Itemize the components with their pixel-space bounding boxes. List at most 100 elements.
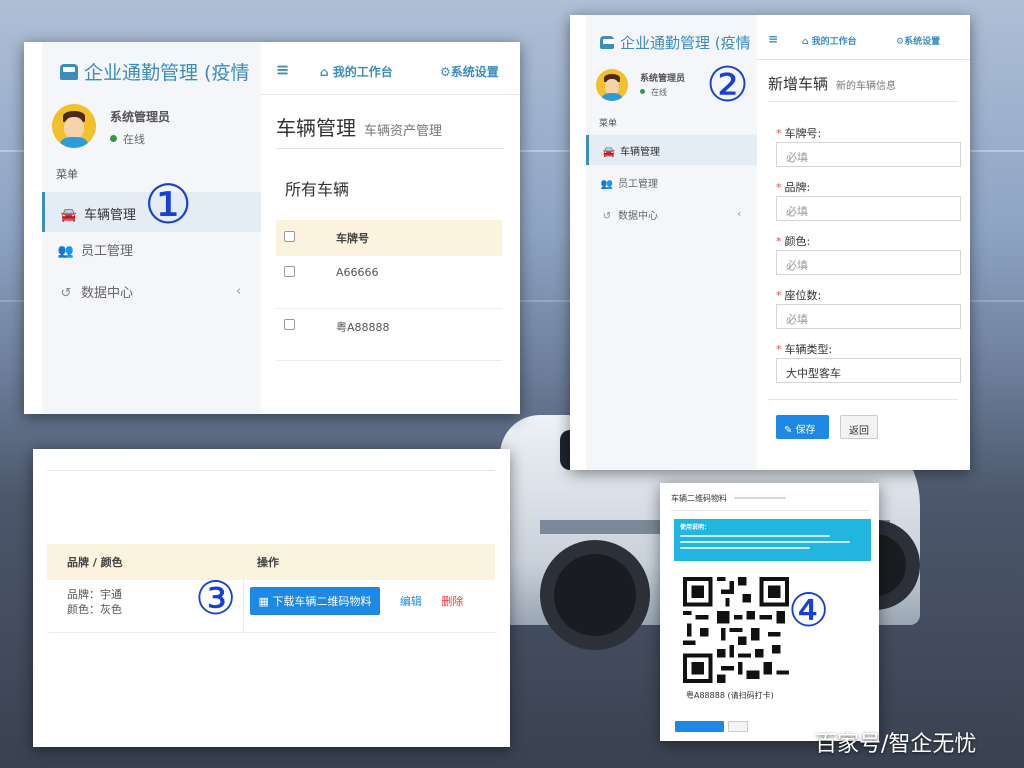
app-brand-label: 企业通勤管理 (疫情 bbox=[620, 34, 751, 52]
page-title-text: 新增车辆 bbox=[768, 75, 829, 93]
sidebar-item-employees[interactable]: 👥 员工管理 bbox=[586, 175, 757, 190]
plate-cell: 粤A88888 bbox=[336, 308, 502, 361]
notice-line bbox=[680, 541, 850, 543]
workbench-label: 我的工作台 bbox=[332, 65, 393, 79]
car-icon: 🚘 bbox=[602, 147, 616, 158]
gear-icon: ⚙ bbox=[440, 65, 451, 79]
notice-line bbox=[680, 547, 810, 549]
field-label-plate: * 车牌号: bbox=[776, 127, 822, 140]
back-button[interactable] bbox=[728, 721, 748, 732]
qr-panel-title: 车辆二维码物料 bbox=[671, 494, 727, 503]
title-divider bbox=[768, 101, 958, 102]
table-header-row: 车牌号 bbox=[276, 220, 502, 256]
home-icon: ⌂ bbox=[802, 37, 812, 47]
color-input[interactable]: 必填 bbox=[776, 250, 961, 275]
select-all-cell bbox=[276, 220, 336, 256]
sidebar-item-label: 车辆管理 bbox=[84, 208, 137, 223]
save-button-label: 保存 bbox=[795, 425, 816, 436]
settings-link[interactable]: ⚙系统设置 bbox=[896, 34, 940, 47]
page-subtitle: 新的车辆信息 bbox=[836, 81, 897, 92]
title-divider bbox=[671, 510, 869, 511]
field-label-brand: * 品牌: bbox=[776, 181, 811, 194]
notice-line bbox=[680, 535, 830, 537]
seats-input[interactable]: 必填 bbox=[776, 304, 961, 329]
settings-link[interactable]: ⚙系统设置 bbox=[440, 63, 499, 80]
step-number: ① bbox=[144, 173, 193, 236]
add-vehicle-panel: 企业通勤管理 (疫情 系统管理员 在线 菜单 🚘 车辆管理 👥 员工管理 ↺ 数据中心… bbox=[570, 15, 970, 470]
row-checkbox-cell bbox=[276, 308, 336, 361]
delete-link[interactable]: 删除 bbox=[441, 593, 463, 609]
menu-toggle-icon[interactable]: ≡ bbox=[768, 32, 778, 46]
page-title: 新增车辆 新的车辆信息 bbox=[768, 73, 896, 94]
save-button[interactable]: ✎ 保存 bbox=[776, 415, 829, 439]
back-button[interactable]: 返回 bbox=[840, 415, 878, 439]
download-button[interactable] bbox=[675, 721, 724, 732]
chevron-left-icon[interactable]: ‹ bbox=[737, 207, 741, 220]
table-row: A66666 bbox=[276, 256, 502, 309]
sidebar-item-employees[interactable]: 👥 员工管理 bbox=[42, 240, 261, 266]
gear-icon: ⚙ bbox=[896, 37, 905, 47]
step-number: ④ bbox=[788, 583, 830, 637]
users-icon: 👥 bbox=[57, 244, 75, 259]
user-name: 系统管理员 bbox=[110, 110, 171, 124]
users-icon: 👥 bbox=[600, 179, 614, 190]
select-all-checkbox[interactable] bbox=[284, 231, 295, 242]
actions-cell: ▦ 下载车辆二维码物料 编辑 删除 bbox=[243, 580, 495, 633]
menu-header: 菜单 bbox=[599, 119, 618, 129]
page-title: 车辆管理 车辆资产管理 bbox=[276, 112, 442, 141]
form-divider bbox=[768, 399, 958, 400]
step-number: ② bbox=[706, 57, 750, 113]
menu-toggle-icon[interactable]: ≡ bbox=[276, 60, 289, 79]
qr-code-image bbox=[683, 577, 789, 683]
row-checkbox[interactable] bbox=[284, 318, 295, 330]
workbench-label: 我的工作台 bbox=[811, 37, 857, 47]
topbar-divider bbox=[261, 94, 520, 95]
settings-label: 系统设置 bbox=[904, 37, 941, 47]
app-brand[interactable]: 企业通勤管理 (疫情 bbox=[600, 32, 751, 53]
row-checkbox[interactable] bbox=[284, 266, 295, 277]
user-status-label: 在线 bbox=[651, 88, 667, 97]
title-divider bbox=[276, 148, 504, 149]
top-divider bbox=[47, 470, 495, 471]
usage-notice: 使用说明： bbox=[674, 519, 871, 561]
user-status: 在线 bbox=[110, 131, 145, 147]
row-checkbox-cell bbox=[276, 256, 336, 309]
plate-input[interactable]: 必填 bbox=[776, 142, 961, 167]
brand-input[interactable]: 必填 bbox=[776, 196, 961, 221]
plate-cell: A66666 bbox=[336, 256, 502, 309]
menu-header: 菜单 bbox=[56, 168, 78, 181]
page-subtitle: 车辆资产管理 bbox=[364, 124, 443, 139]
settings-label: 系统设置 bbox=[450, 65, 499, 79]
download-qr-button[interactable]: ▦ 下载车辆二维码物料 bbox=[249, 587, 381, 615]
sidebar-item-data-center[interactable]: ↺ 数据中心 bbox=[42, 282, 261, 308]
table-header-row: 品牌 / 颜色 操作 bbox=[47, 544, 495, 580]
user-status: 在线 bbox=[640, 87, 667, 98]
topbar-divider bbox=[757, 59, 970, 60]
avatar bbox=[52, 104, 96, 148]
sidebar-item-data-center[interactable]: ↺ 数据中心 bbox=[586, 207, 757, 222]
sidebar-item-label: 数据中心 bbox=[618, 211, 658, 222]
vehicle-list-panel: 企业通勤管理 (疫情 系统管理员 在线 菜单 🚘 车辆管理 👥 员工管理 ↺ 数据中心… bbox=[24, 42, 520, 414]
table-row: 粤A88888 bbox=[276, 308, 502, 361]
history-icon: ↺ bbox=[60, 286, 72, 301]
bus-icon bbox=[60, 64, 78, 80]
user-name: 系统管理员 bbox=[640, 74, 686, 84]
edit-link[interactable]: 编辑 bbox=[400, 593, 422, 609]
history-icon: ↺ bbox=[602, 211, 612, 222]
qrcode-icon: ▦ bbox=[258, 595, 273, 608]
sidebar-item-vehicles[interactable]: 🚘 车辆管理 bbox=[586, 135, 757, 165]
user-status-label: 在线 bbox=[123, 133, 145, 146]
app-brand[interactable]: 企业通勤管理 (疫情 bbox=[60, 58, 249, 85]
chevron-left-icon[interactable]: ‹ bbox=[236, 284, 241, 299]
page-title-text: 车辆管理 bbox=[276, 116, 356, 140]
bus-wheel bbox=[540, 540, 650, 650]
watermark: 百家号/智企无忧 bbox=[815, 732, 977, 757]
field-label-color: * 颜色: bbox=[776, 235, 811, 248]
home-icon: ⌂ bbox=[320, 65, 333, 79]
vehicle-type-select[interactable]: 大中型客车 bbox=[776, 358, 961, 383]
car-icon: 🚘 bbox=[60, 208, 78, 223]
notice-title: 使用说明： bbox=[680, 524, 711, 531]
workbench-link[interactable]: ⌂ 我的工作台 bbox=[320, 63, 393, 80]
workbench-link[interactable]: ⌂ 我的工作台 bbox=[802, 34, 857, 47]
sidebar-item-label: 员工管理 bbox=[618, 179, 658, 190]
